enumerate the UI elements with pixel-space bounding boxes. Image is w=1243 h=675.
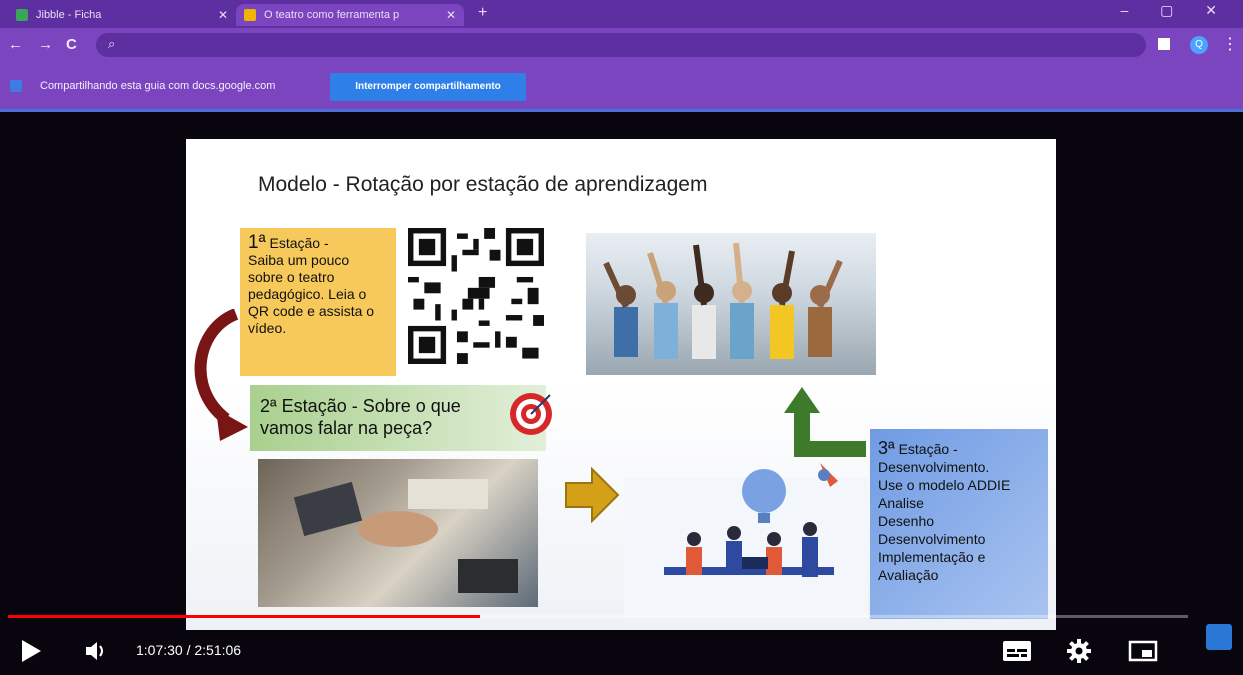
new-tab-button[interactable]: + <box>478 4 487 22</box>
profile-avatar[interactable]: Q <box>1190 36 1208 54</box>
close-icon[interactable]: ✕ <box>446 4 456 26</box>
tab-title: Jibble - Ficha <box>36 9 102 21</box>
subtitles-icon[interactable] <box>1002 640 1032 662</box>
menu-icon[interactable]: ⋮ <box>1222 34 1238 54</box>
station-3-line: Analise <box>878 495 924 511</box>
station-3-heading: Estação - <box>898 441 958 457</box>
share-icon <box>10 80 22 92</box>
time-display: 1:07:30 / 2:51:06 <box>136 642 242 658</box>
back-icon[interactable]: ← <box>8 36 23 53</box>
close-icon[interactable]: ✕ <box>218 4 228 26</box>
browser-tab-1[interactable]: Jibble - Ficha ✕ <box>8 4 236 26</box>
app-tray-icon[interactable] <box>1206 624 1232 650</box>
slide-title: Modelo - Rotação por estação de aprendiz… <box>258 173 708 196</box>
forward-icon[interactable]: → <box>38 36 53 53</box>
tab-title: O teatro como ferramenta p <box>264 9 400 21</box>
progress-bar-played <box>8 615 480 618</box>
station-3-line: Avaliação <box>878 567 939 583</box>
teamwork-hands-photo <box>258 459 538 607</box>
desk-shapes <box>293 479 518 593</box>
station-3-line: Implementação e <box>878 549 986 565</box>
station-3-line: Desenvolvimento <box>878 531 986 547</box>
station-1-heading: Estação - <box>269 235 329 251</box>
reload-icon[interactable]: C <box>66 36 77 53</box>
tab-favicon <box>244 9 256 21</box>
people-silhouettes <box>603 242 843 359</box>
station-3-box: 3ª Estação - Desenvolvimento. Use o mode… <box>870 429 1048 619</box>
miniplayer-icon[interactable] <box>1128 640 1158 662</box>
address-bar[interactable]: ⌕ <box>96 33 1146 57</box>
station-1-body: Saiba um pouco sobre o teatro pedagógico… <box>248 252 375 336</box>
play-button[interactable] <box>22 640 41 662</box>
gear-icon[interactable] <box>1066 638 1092 664</box>
tab-favicon <box>16 9 28 21</box>
tab-strip: Jibble - Ficha ✕ O teatro como ferrament… <box>0 0 1243 28</box>
arrow-up-icon <box>784 387 866 457</box>
share-status-text: Compartilhando esta guia com docs.google… <box>40 80 276 92</box>
station-3-line: Desenho <box>878 513 935 529</box>
stop-sharing-button[interactable]: Interromper compartilhamento <box>330 73 526 101</box>
volume-icon[interactable] <box>84 640 108 662</box>
browser-tab-2[interactable]: O teatro como ferramenta p ✕ <box>236 4 464 26</box>
station-3-line: Desenvolvimento. <box>878 459 990 475</box>
station-2-box: 2ª Estação - Sobre o que vamos falar na … <box>250 385 546 451</box>
station-2-text: 2ª Estação - Sobre o que vamos falar na … <box>260 396 461 438</box>
target-icon <box>510 393 552 435</box>
search-icon: ⌕ <box>108 36 116 51</box>
team-illustration <box>624 463 868 617</box>
arrow-right-icon <box>565 467 620 523</box>
station-1-number: 1ª <box>248 232 266 253</box>
presentation-slide: Modelo - Rotação por estação de aprendiz… <box>186 139 1056 630</box>
station-3-number: 3ª <box>878 438 895 458</box>
station-1-box: 1ª Estação - Saiba um pouco sobre o teat… <box>240 228 396 376</box>
extension-icon[interactable] <box>1158 38 1170 50</box>
qr-code-icon <box>408 228 544 364</box>
window-controls[interactable]: – ▢ ✕ <box>1120 2 1231 19</box>
station-3-line: Use o modelo ADDIE <box>878 477 1011 493</box>
celebrating-people-photo <box>586 233 876 375</box>
